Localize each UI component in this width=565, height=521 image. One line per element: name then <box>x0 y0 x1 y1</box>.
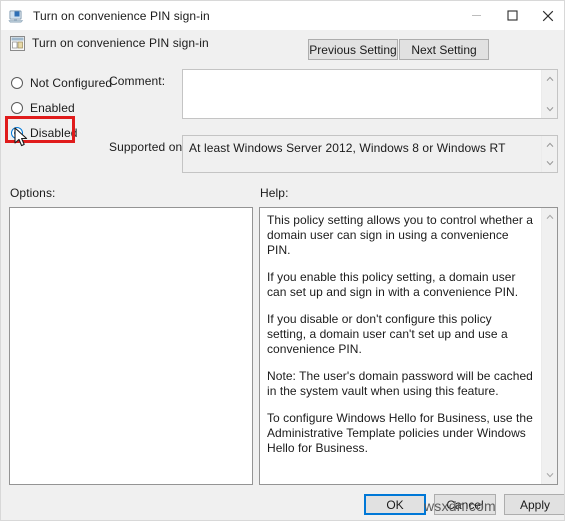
help-scrollbar[interactable] <box>541 208 557 484</box>
supported-on-label: Supported on: <box>109 140 186 154</box>
radio-not-configured[interactable]: Not Configured <box>11 74 112 92</box>
comment-input[interactable] <box>182 69 558 119</box>
radio-label-not-configured: Not Configured <box>30 76 113 90</box>
next-setting-button[interactable]: Next Setting <box>399 39 489 60</box>
chevron-up-icon[interactable] <box>542 71 558 87</box>
help-paragraph: If you disable or don't configure this p… <box>267 312 508 356</box>
window-title: Turn on convenience PIN sign-in <box>33 8 210 23</box>
chevron-up-icon[interactable] <box>542 209 558 225</box>
radio-circle-disabled <box>11 127 23 139</box>
comment-scrollbar[interactable] <box>541 70 557 118</box>
supported-on-scrollbar[interactable] <box>541 136 557 172</box>
chevron-up-icon[interactable] <box>542 137 558 153</box>
radio-label-enabled: Enabled <box>30 101 75 115</box>
chevron-down-icon[interactable] <box>542 101 558 117</box>
ok-button[interactable]: OK <box>364 494 426 515</box>
help-paragraph: This policy setting allows you to contro… <box>267 213 534 257</box>
previous-setting-button[interactable]: Previous Setting <box>308 39 398 60</box>
supported-on-value: At least Windows Server 2012, Windows 8 … <box>189 141 506 155</box>
radio-disabled[interactable]: Disabled <box>11 124 78 142</box>
title-bar: Turn on convenience PIN sign-in <box>1 1 564 30</box>
radio-enabled[interactable]: Enabled <box>11 99 75 117</box>
help-label: Help: <box>260 186 289 200</box>
group-policy-setting-dialog: Turn on convenience PIN sign-in Turn on … <box>0 0 565 521</box>
policy-title: Turn on convenience PIN sign-in <box>32 36 209 50</box>
supported-on-field[interactable]: At least Windows Server 2012, Windows 8 … <box>182 135 558 173</box>
options-panel[interactable] <box>9 207 253 485</box>
options-label: Options: <box>10 186 56 200</box>
cancel-button[interactable]: Cancel <box>434 494 496 515</box>
minimize-icon[interactable] <box>458 1 494 30</box>
apply-button[interactable]: Apply <box>504 494 564 515</box>
policy-setting-icon <box>9 35 26 52</box>
radio-circle-enabled <box>11 102 23 114</box>
chevron-down-icon[interactable] <box>542 467 558 483</box>
close-icon[interactable] <box>530 1 564 30</box>
help-paragraph: If you enable this policy setting, a dom… <box>267 270 519 299</box>
computer-policy-icon <box>8 8 24 24</box>
help-panel[interactable]: This policy setting allows you to contro… <box>259 207 558 485</box>
dialog-footer: OK Cancel Apply <box>1 486 564 520</box>
help-text-content: This policy setting allows you to contro… <box>260 208 540 468</box>
options-content <box>10 208 252 220</box>
chevron-down-icon[interactable] <box>542 155 558 171</box>
radio-label-disabled: Disabled <box>30 126 78 140</box>
help-paragraph: To configure Windows Hello for Business,… <box>267 411 533 455</box>
window-controls <box>458 1 564 30</box>
help-paragraph: Note: The user's domain password will be… <box>267 369 533 398</box>
comment-label: Comment: <box>109 74 166 88</box>
maximize-icon[interactable] <box>494 1 530 30</box>
radio-circle-not-configured <box>11 77 23 89</box>
